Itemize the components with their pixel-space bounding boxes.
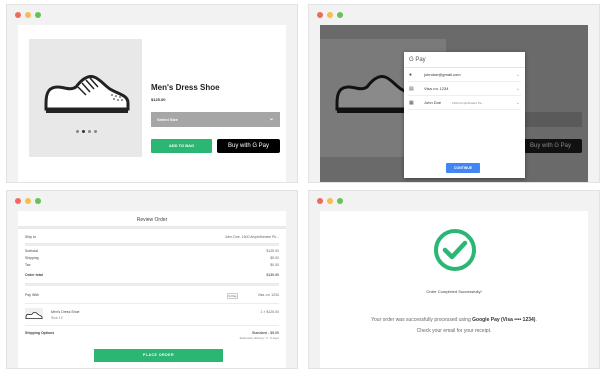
item-thumbnail bbox=[25, 308, 43, 320]
carousel-dot-active[interactable] bbox=[82, 130, 85, 133]
shipping-options-row[interactable]: Shipping Options Standard - $5.00 bbox=[25, 331, 279, 335]
chevron-down-icon: ⌄ bbox=[515, 100, 520, 106]
tax-label: Tax bbox=[25, 263, 31, 267]
maximize-dot-icon[interactable] bbox=[35, 12, 41, 18]
minimize-dot-icon[interactable] bbox=[327, 12, 333, 18]
payment-method-text: Google Pay (Visa •••• 1234) bbox=[472, 317, 536, 323]
tax-row: Tax $0.00 bbox=[25, 263, 279, 267]
close-dot-icon[interactable] bbox=[15, 198, 21, 204]
gpay-chip-icon: G Pay bbox=[227, 293, 238, 299]
divider bbox=[25, 283, 279, 286]
order-total-label: Order total bbox=[25, 273, 43, 277]
order-success-window: Order Completed Successfully! Your order… bbox=[308, 190, 600, 369]
chevron-down-icon: ⌄ bbox=[515, 72, 520, 78]
buy-with-gpay-button[interactable]: Buy with G Pay bbox=[217, 139, 280, 153]
item-size: Size 10 bbox=[51, 316, 63, 320]
window-controls bbox=[15, 12, 41, 18]
success-message-suffix: . bbox=[535, 317, 537, 323]
shoe-icon bbox=[25, 311, 43, 320]
success-message-prefix: Your order was successfully processed us… bbox=[371, 317, 473, 323]
close-dot-icon[interactable] bbox=[15, 12, 21, 18]
place-order-button[interactable]: PLACE ORDER bbox=[94, 349, 223, 362]
order-total-value: $130.00 bbox=[266, 273, 279, 277]
shipping-option-value: Standard - $5.00 bbox=[251, 331, 279, 335]
window-controls bbox=[15, 198, 41, 204]
product-image[interactable] bbox=[29, 39, 142, 157]
item-price: 1 × $125.00 bbox=[260, 310, 279, 314]
shipping-address: 1600 Amphitheatre Pk... bbox=[452, 101, 485, 105]
maximize-dot-icon[interactable] bbox=[337, 12, 343, 18]
checkmark-circle-icon bbox=[434, 229, 476, 271]
review-order-page: Review Order Ship to John Doe, 1600 Amph… bbox=[18, 211, 286, 368]
ship-to-value: John Doe, 1600 Amphitheatre Pk... bbox=[224, 235, 279, 239]
order-total-row: Order total $130.00 bbox=[25, 273, 279, 277]
shipping-name: John Doe bbox=[424, 100, 442, 105]
payment-method-row[interactable]: ▤ Visa •••• 1234 ⌄ bbox=[408, 82, 521, 96]
tax-value: $0.00 bbox=[270, 263, 279, 267]
subtotal-row: Subtotal $125.00 bbox=[25, 249, 279, 253]
shipping-label: Shipping bbox=[25, 256, 39, 260]
success-title: Order Completed Successfully! bbox=[426, 289, 482, 294]
divider bbox=[25, 243, 279, 246]
receipt-message: Check your email for your receipt. bbox=[416, 328, 492, 334]
chevron-down-icon: ⌄ bbox=[515, 86, 520, 92]
shipping-options-label: Shipping Options bbox=[25, 331, 55, 335]
maximize-dot-icon[interactable] bbox=[337, 198, 343, 204]
account-row[interactable]: ● johndoe@gmail.com ⌄ bbox=[408, 68, 521, 82]
item-name: Men's Dress Shoe bbox=[51, 310, 80, 314]
product-page: Men's Dress Shoe $125.00 Select Size ⌄ A… bbox=[18, 25, 286, 182]
subtotal-value: $125.00 bbox=[266, 249, 279, 253]
add-to-bag-button[interactable]: ADD TO BAG bbox=[151, 139, 212, 153]
divider bbox=[25, 325, 279, 326]
size-select[interactable]: Select Size ⌄ bbox=[151, 112, 280, 127]
gpay-sheet-window: Buy with G Pay G Pay ● johndoe@gmail.com… bbox=[308, 4, 600, 183]
card-icon: ▤ bbox=[409, 86, 414, 92]
continue-button[interactable]: CONTINUE bbox=[446, 163, 480, 173]
pay-with-row[interactable]: Pay With Visa •••• 1234 bbox=[25, 293, 279, 297]
carousel-dot[interactable] bbox=[94, 130, 97, 133]
close-dot-icon[interactable] bbox=[317, 12, 323, 18]
truck-icon: ▦ bbox=[409, 100, 414, 106]
card-number: Visa •••• 1234 bbox=[424, 86, 449, 91]
delivery-estimate: Estimated delivery: 4 - 5 days bbox=[239, 336, 279, 340]
window-controls bbox=[317, 198, 343, 204]
maximize-dot-icon[interactable] bbox=[35, 198, 41, 204]
ship-to-label: Ship to bbox=[25, 235, 36, 239]
image-carousel-indicator[interactable] bbox=[76, 130, 97, 133]
success-message: Your order was successfully processed us… bbox=[320, 317, 588, 323]
page-title: Review Order bbox=[18, 211, 286, 229]
minimize-dot-icon[interactable] bbox=[327, 198, 333, 204]
review-order-window: Review Order Ship to John Doe, 1600 Amph… bbox=[6, 190, 298, 369]
pay-with-card: Visa •••• 1234 bbox=[257, 293, 279, 297]
shipping-row: Shipping $5.00 bbox=[25, 256, 279, 260]
dimmed-product-page: Buy with G Pay G Pay ● johndoe@gmail.com… bbox=[320, 25, 588, 182]
carousel-dot[interactable] bbox=[76, 130, 79, 133]
product-page-window: Men's Dress Shoe $125.00 Select Size ⌄ A… bbox=[6, 4, 298, 183]
shipping-value: $5.00 bbox=[270, 256, 279, 260]
gpay-header: G Pay bbox=[404, 52, 525, 68]
size-select-label: Select Size bbox=[157, 117, 178, 122]
shipping-address-row[interactable]: ▦ John Doe 1600 Amphitheatre Pk... ⌄ bbox=[408, 96, 521, 110]
shoe-icon bbox=[44, 75, 130, 113]
minimize-dot-icon[interactable] bbox=[25, 12, 31, 18]
account-icon: ● bbox=[409, 72, 413, 78]
gpay-logo: G Pay bbox=[409, 57, 426, 63]
gpay-payment-sheet: G Pay ● johndoe@gmail.com ⌄ ▤ Visa •••• … bbox=[404, 52, 525, 178]
product-name: Men's Dress Shoe bbox=[151, 83, 220, 92]
chevron-down-icon: ⌄ bbox=[268, 116, 274, 122]
product-price: $125.00 bbox=[151, 97, 166, 102]
dimmed-gpay-button: Buy with G Pay bbox=[519, 139, 582, 153]
window-controls bbox=[317, 12, 343, 18]
pay-with-label: Pay With bbox=[25, 293, 40, 297]
ship-to-row[interactable]: Ship to John Doe, 1600 Amphitheatre Pk..… bbox=[25, 235, 279, 239]
carousel-dot[interactable] bbox=[88, 130, 91, 133]
subtotal-label: Subtotal bbox=[25, 249, 38, 253]
account-email: johndoe@gmail.com bbox=[424, 72, 461, 77]
close-dot-icon[interactable] bbox=[317, 198, 323, 204]
order-success-page: Order Completed Successfully! Your order… bbox=[320, 211, 588, 368]
divider bbox=[25, 303, 279, 304]
minimize-dot-icon[interactable] bbox=[25, 198, 31, 204]
